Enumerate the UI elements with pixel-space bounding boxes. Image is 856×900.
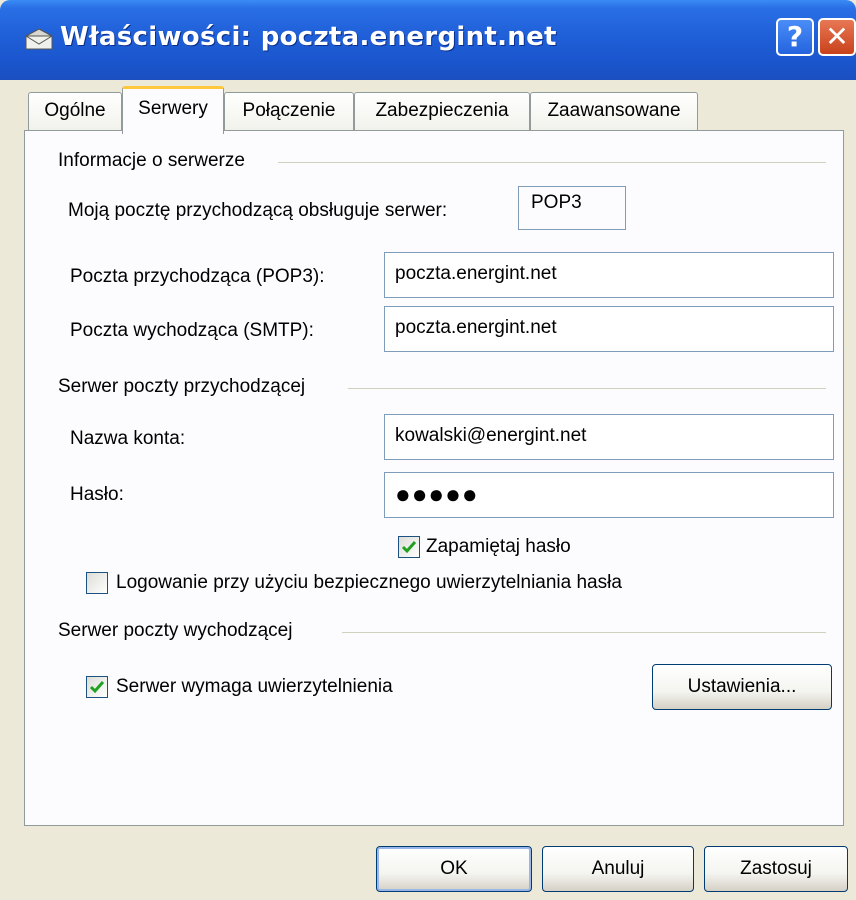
properties-dialog: Właściwości: poczta.energint.net ? ✕ Ogó… [0,0,856,900]
ok-button[interactable]: OK [376,846,532,892]
tab-connection[interactable]: Połączenie [224,92,354,130]
spa-login-label[interactable]: Logowanie przy użyciu bezpiecznego uwier… [116,572,622,594]
settings-button[interactable]: Ustawienia... [652,664,832,710]
outgoing-mail-field[interactable]: poczta.energint.net [384,306,834,352]
server-info-header: Informacje o serwerze [58,150,245,171]
tab-servers[interactable]: Serwery [122,86,224,134]
help-button[interactable]: ? [776,18,814,56]
password-field[interactable]: ●●●●● [384,472,834,518]
incoming-mail-field[interactable]: poczta.energint.net [384,252,834,298]
mail-account-icon [24,27,54,51]
incoming-server-type-label: Moją pocztę przychodzącą obsługuje serwe… [68,200,448,221]
close-button[interactable]: ✕ [818,18,856,56]
tab-security[interactable]: Zabezpieczenia [354,92,530,130]
server-requires-auth-checkbox[interactable] [86,676,108,698]
remember-password-checkbox[interactable] [398,536,420,558]
group-divider [342,632,826,633]
remember-password-label[interactable]: Zapamiętaj hasło [426,536,571,558]
apply-button[interactable]: Zastosuj [704,846,848,892]
incoming-mail-label: Poczta przychodząca (POP3): [70,266,325,287]
tab-general[interactable]: Ogólne [28,92,122,130]
outgoing-mail-label: Poczta wychodząca (SMTP): [70,320,314,341]
window-title: Właściwości: poczta.energint.net [60,22,557,52]
tab-advanced[interactable]: Zaawansowane [530,92,698,130]
spa-login-checkbox[interactable] [86,572,108,594]
outgoing-server-header: Serwer poczty wychodzącej [58,620,293,641]
checkmark-icon [89,681,105,694]
cancel-button[interactable]: Anuluj [542,846,694,892]
incoming-server-type-value: POP3 [518,186,626,230]
title-bar[interactable]: Właściwości: poczta.energint.net ? ✕ [0,0,856,80]
incoming-server-header: Serwer poczty przychodzącej [58,376,306,397]
group-divider [348,388,826,389]
password-label: Hasło: [70,484,124,505]
account-name-field[interactable]: kowalski@energint.net [384,414,834,460]
server-requires-auth-label[interactable]: Serwer wymaga uwierzytelnienia [116,676,393,698]
account-name-label: Nazwa konta: [70,428,186,449]
checkmark-icon [401,541,417,554]
group-divider [278,162,826,163]
